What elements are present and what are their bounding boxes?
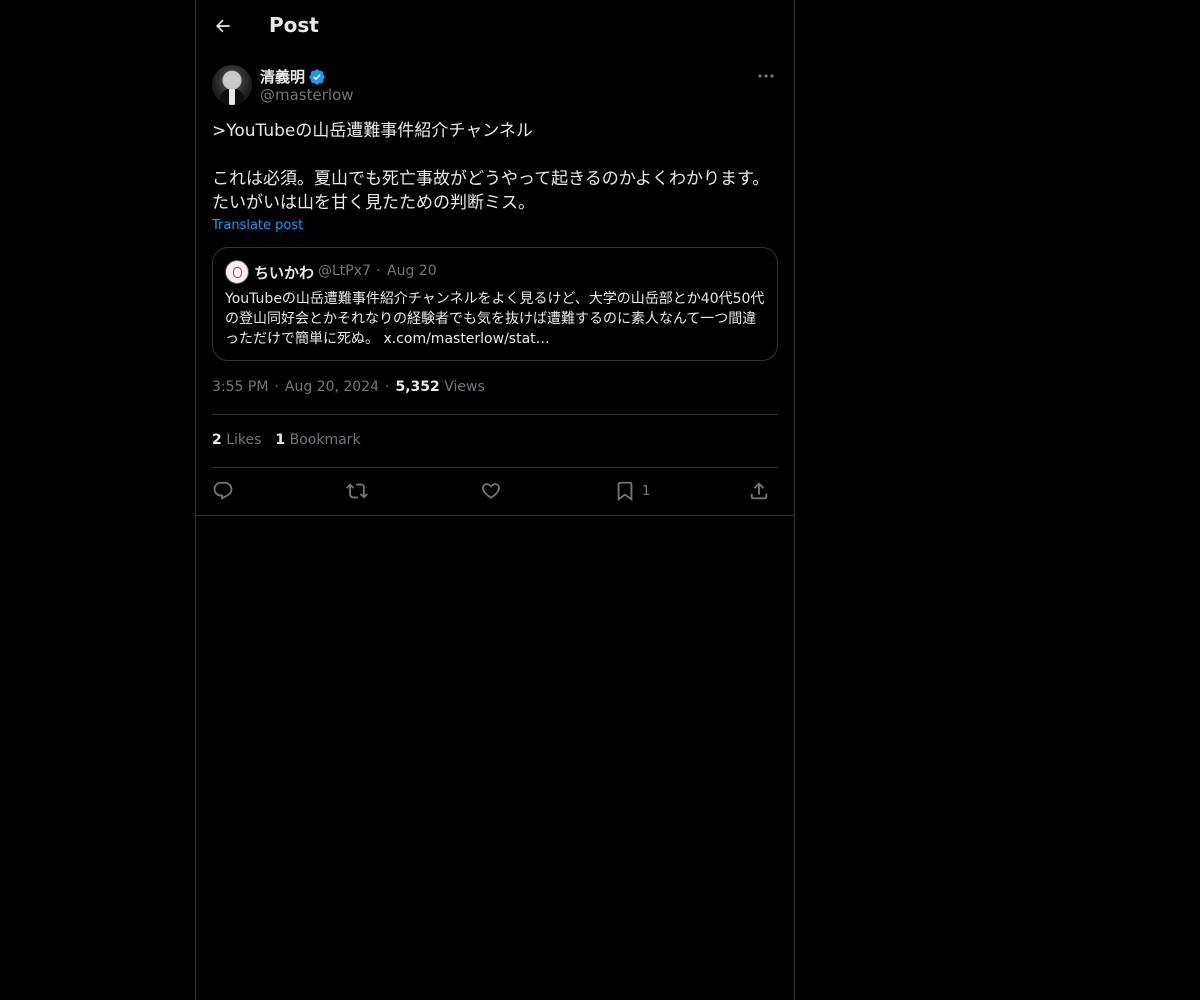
- more-button[interactable]: [754, 66, 778, 86]
- bookmark-icon: [617, 481, 633, 502]
- author-display-name[interactable]: 清義明: [260, 66, 305, 87]
- quote-text: YouTubeの山岳遭難事件紹介チャンネルをよく見るけど、大学の山岳部とか40代…: [225, 291, 765, 347]
- post-author: 清義明 @masterlow: [212, 64, 778, 106]
- reply-icon: [213, 481, 233, 500]
- repost-button[interactable]: [346, 478, 368, 504]
- quote-display-name: ちいかわ: [254, 264, 315, 282]
- likes-stat[interactable]: 2 Likes: [212, 432, 261, 448]
- share-button[interactable]: [748, 478, 770, 504]
- quote-avatar: [225, 260, 249, 284]
- verified-badge-icon: [309, 68, 325, 85]
- bookmark-button[interactable]: 1: [614, 478, 650, 504]
- avatar[interactable]: [212, 65, 252, 105]
- back-arrow-icon: [215, 19, 230, 33]
- meta-separator: ·: [385, 379, 390, 395]
- views-count: 5,352: [395, 379, 440, 395]
- repost-icon: [346, 483, 368, 499]
- post-date[interactable]: Aug 20, 2024: [285, 379, 379, 395]
- quoted-post[interactable]: ちいかわ @LtPx7 · Aug 20 YouTubeの山岳遭難事件紹介チャン…: [212, 247, 778, 361]
- post-meta: 3:55 PM · Aug 20, 2024 · 5,352 Views: [212, 379, 485, 395]
- author-handle[interactable]: @masterlow: [260, 86, 354, 104]
- quote-separator: ·: [376, 263, 381, 279]
- post-text: >YouTubeの山岳遭難事件紹介チャンネル これは必須。夏山でも死亡事故がどう…: [212, 121, 770, 213]
- post-stats: 2 Likes 1 Bookmark: [212, 432, 361, 448]
- like-icon: [482, 483, 500, 499]
- author-name-wrap[interactable]: 清義明: [260, 66, 326, 87]
- quote-date: Aug 20: [387, 263, 437, 279]
- views-label: Views: [444, 379, 485, 395]
- views: 5,352 Views: [395, 379, 484, 395]
- bookmarks-count: 1: [275, 432, 286, 448]
- translate-post-link[interactable]: Translate post: [212, 218, 303, 233]
- bookmark-count: 1: [642, 483, 651, 499]
- more-icon: [758, 74, 774, 78]
- quote-handle: @LtPx7: [318, 263, 371, 279]
- divider: [196, 515, 794, 516]
- post-column: Post 清義明 @masterlow >YouTubeの山岳遭難事件紹介チャン…: [195, 0, 795, 1000]
- reply-button[interactable]: [212, 478, 234, 504]
- bookmarks-label: Bookmark: [289, 432, 361, 448]
- page-title: Post: [269, 13, 319, 37]
- share-icon: [750, 482, 768, 500]
- action-bar: 1: [212, 478, 778, 506]
- like-button[interactable]: [480, 478, 502, 504]
- divider: [212, 414, 778, 415]
- likes-count: 2: [212, 432, 222, 448]
- header: Post: [196, 0, 794, 53]
- post-time[interactable]: 3:55 PM: [212, 379, 268, 395]
- divider: [212, 467, 778, 468]
- likes-label: Likes: [226, 432, 262, 448]
- bookmarks-stat[interactable]: 1 Bookmark: [275, 432, 360, 448]
- meta-separator: ·: [274, 379, 279, 395]
- back-button[interactable]: [206, 9, 240, 43]
